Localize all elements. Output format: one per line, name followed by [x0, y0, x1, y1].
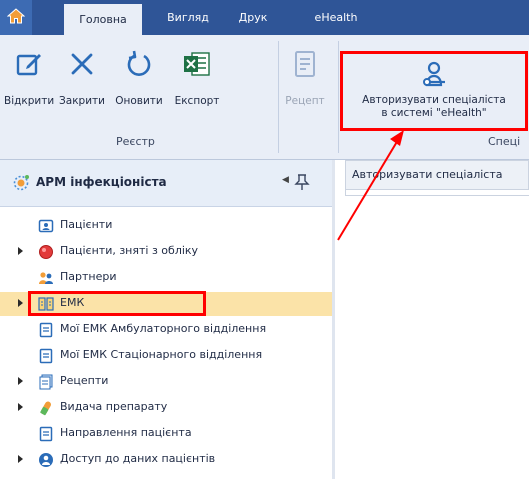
export-button-label: Експорт — [174, 95, 220, 107]
tree-item-patient-data-access[interactable]: Доступ до даних пацієнтів — [0, 448, 332, 472]
tab-print[interactable]: Друк — [228, 0, 278, 35]
refresh-icon — [125, 49, 153, 83]
tree-item-patient-referral[interactable]: Направлення пацієнта — [0, 422, 332, 446]
red-dot-icon — [38, 244, 54, 260]
tab-ehealth[interactable]: eHealth — [308, 0, 364, 35]
tree-item-label: Пацієнти — [60, 218, 113, 231]
open-button-label: Відкрити — [4, 95, 55, 107]
home-button[interactable] — [0, 0, 32, 35]
partners-icon — [38, 270, 54, 286]
expand-arrow-icon[interactable] — [18, 247, 23, 255]
ribbon: Відкрити Закрити Оновити Експорт Реєстр — [0, 35, 529, 160]
group-separator — [278, 41, 279, 153]
home-icon — [6, 7, 26, 28]
authorize-button-label: Авторизувати спеціаліста в системі "eHea… — [343, 94, 525, 120]
authorize-label-line1: Авторизувати спеціаліста — [362, 94, 506, 106]
access-icon — [38, 452, 54, 468]
recipe-button-label: Рецепт — [285, 95, 325, 107]
tree-item-recipes[interactable]: Рецепти — [0, 370, 332, 394]
recipe-button[interactable]: Рецепт — [282, 35, 328, 131]
registry-group-label: Реєстр — [116, 135, 155, 148]
tree-item-my-emk-outpatient[interactable]: Мої ЕМК Амбулаторного відділення — [0, 318, 332, 342]
expand-arrow-icon[interactable] — [18, 377, 23, 385]
grid-column-header-text: Авторизувати спеціаліста — [352, 168, 503, 181]
refresh-button[interactable]: Оновити — [110, 35, 168, 131]
authorize-specialist-button[interactable]: Авторизувати спеціаліста в системі "eHea… — [340, 51, 528, 131]
tab-view[interactable]: Вигляд — [160, 0, 216, 35]
record-icon — [38, 322, 54, 338]
excel-icon — [183, 51, 211, 81]
close-icon — [69, 51, 95, 81]
tree-item-label: Рецепти — [60, 374, 109, 387]
medicine-icon — [38, 400, 54, 416]
grid-column-header[interactable]: Авторизувати спеціаліста — [345, 160, 529, 190]
tree-item-partners[interactable]: Партнери — [0, 266, 332, 290]
close-button-label: Закрити — [59, 95, 105, 107]
document-icon — [293, 50, 317, 82]
navigation-tree: Пацієнти Пацієнти, зняті з обліку Партне… — [0, 207, 332, 479]
export-button[interactable]: Експорт — [168, 35, 226, 131]
tab-home[interactable]: Головна — [64, 4, 142, 35]
tree-item-label: Видача препарату — [60, 400, 168, 413]
patient-card-icon — [38, 218, 54, 234]
tree-item-medicine-dispensing[interactable]: Видача препарату — [0, 396, 332, 420]
open-button[interactable]: Відкрити — [4, 35, 54, 131]
tree-item-label: Направлення пацієнта — [60, 426, 192, 439]
expand-arrow-icon[interactable] — [18, 299, 23, 307]
tree-item-label: Партнери — [60, 270, 117, 283]
refresh-button-label: Оновити — [115, 95, 163, 107]
collapse-arrow-icon[interactable]: ◀ — [282, 175, 289, 185]
edit-icon — [15, 50, 43, 82]
record-icon — [38, 348, 54, 364]
user-key-icon — [419, 60, 449, 90]
tree-item-patients[interactable]: Пацієнти — [0, 214, 332, 238]
recipes-icon — [38, 374, 54, 390]
panel-title: АРМ інфекціоніста — [36, 175, 167, 189]
group-separator — [338, 41, 339, 153]
expand-arrow-icon[interactable] — [18, 403, 23, 411]
emk-highlight-box — [28, 291, 206, 316]
expand-arrow-icon[interactable] — [18, 455, 23, 463]
tree-item-deregistered-patients[interactable]: Пацієнти, зняті з обліку — [0, 240, 332, 264]
tree-item-label: Пацієнти, зняті з обліку — [60, 244, 199, 257]
workstation-icon — [12, 174, 30, 196]
grid-subheader — [345, 190, 529, 196]
tree-item-label: Мої ЕМК Амбулаторного відділення — [60, 322, 267, 335]
tree-item-label: Мої ЕМК Стаціонарного відділення — [60, 348, 263, 361]
close-button[interactable]: Закрити — [54, 35, 110, 131]
specialist-group-label: Спеці — [488, 135, 521, 148]
pin-icon[interactable] — [294, 173, 310, 195]
ribbon-tab-bar: Головна Вигляд Друк eHealth — [0, 0, 529, 35]
panel-header: АРМ інфекціоніста ◀ — [0, 160, 332, 207]
referral-icon — [38, 426, 54, 442]
tree-item-label: Доступ до даних пацієнтів — [60, 452, 216, 465]
authorize-label-line2: в системі "eHealth" — [381, 107, 487, 119]
panel-splitter[interactable] — [332, 160, 335, 479]
tree-item-my-emk-inpatient[interactable]: Мої ЕМК Стаціонарного відділення — [0, 344, 332, 368]
